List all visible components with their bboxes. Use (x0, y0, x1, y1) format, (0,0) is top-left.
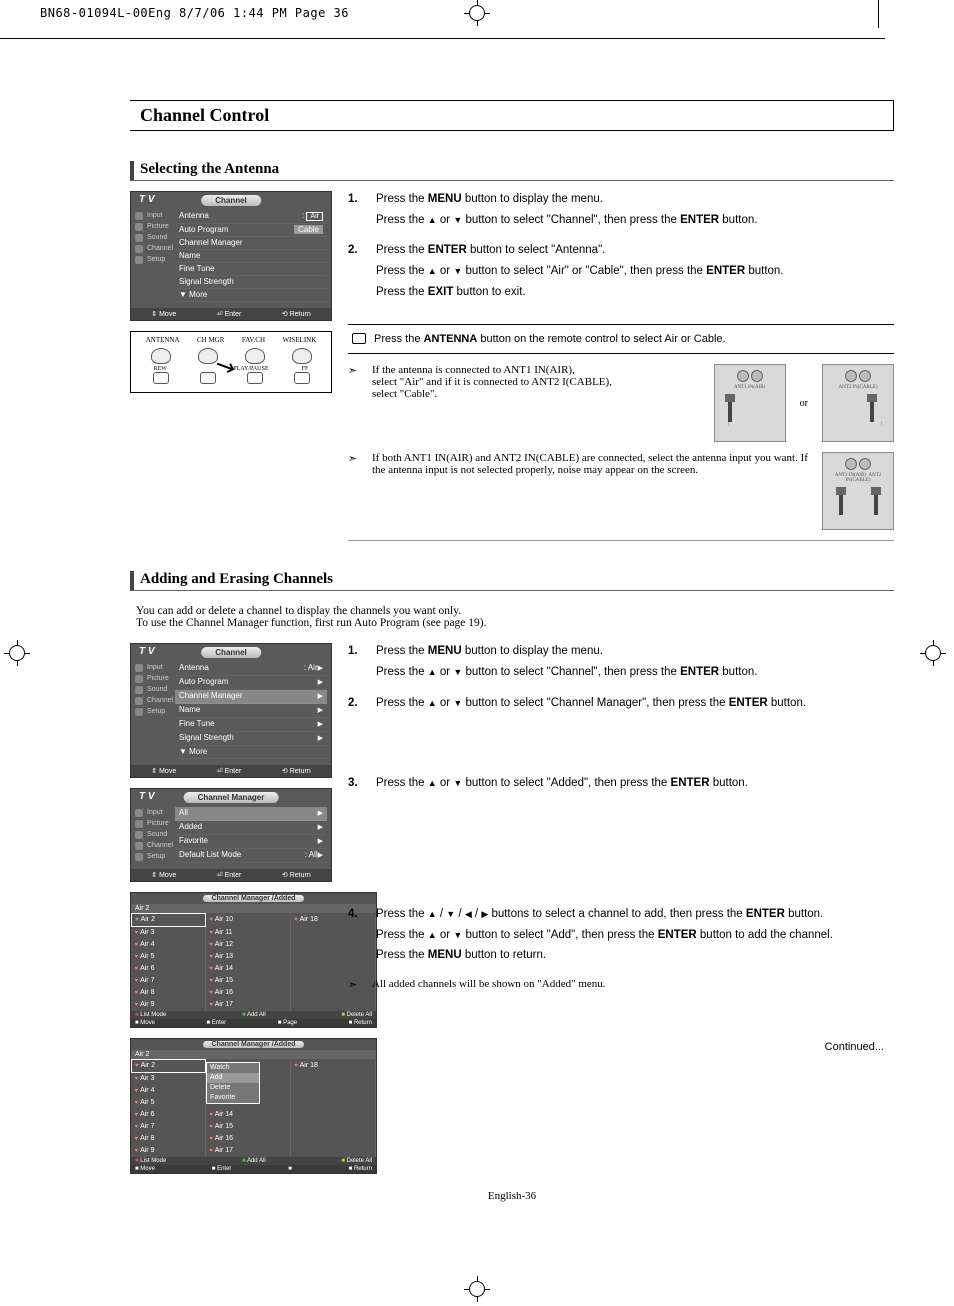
or-label: or (796, 398, 812, 409)
return-arrow-icon (348, 452, 362, 530)
antenna-diagram: ANT2 IN(CABLE) ↑ (822, 364, 894, 442)
steps-list: 4.Press the / / / buttons to select a ch… (348, 906, 894, 968)
section-title: Channel Control (130, 100, 894, 131)
steps-list: 1.Press the MENU button to display the m… (348, 191, 894, 304)
note-ant1: If the antenna is connected to ANT1 IN(A… (372, 364, 704, 442)
registration-mark-icon (464, 1276, 490, 1302)
tip-text: Press the ANTENNA button on the remote c… (374, 333, 726, 345)
continued-label: Continued... (348, 1041, 894, 1053)
osd-channel-menu-2: T VChannel InputPictureSoundChannelSetup… (130, 643, 332, 778)
note-both-ant: If both ANT1 IN(AIR) and ANT2 IN(CABLE) … (372, 452, 812, 530)
remote-strip: ANTENNACH MGRFAV.CHWISELINK ↘ REWPLAY/PA… (130, 331, 332, 393)
osd-channel-manager: T VChannel Manager InputPictureSoundChan… (130, 788, 332, 882)
remote-button-icon (352, 333, 366, 344)
note-added-menu: All added channels will be shown on "Add… (372, 978, 894, 991)
subheading-adding-erasing: Adding and Erasing Channels (130, 571, 894, 591)
steps-list: 3.Press the or button to select "Added",… (348, 775, 894, 796)
channel-grid-added: Channel Manager /AddedAir 2 Air 2Air 10A… (130, 892, 377, 1028)
page-footer: English-36 (130, 1190, 894, 1202)
subheading-antenna: Selecting the Antenna (130, 161, 894, 181)
tip-antenna-button: Press the ANTENNA button on the remote c… (348, 324, 894, 354)
intro-text: You can add or delete a channel to displ… (130, 601, 894, 643)
osd-channel-menu: T VChannel InputPictureSoundChannelSetup… (130, 191, 332, 321)
antenna-diagram-both: ANT1 IN(AIR) ANT2 IN(CABLE) (822, 452, 894, 530)
steps-list: 1.Press the MENU button to display the m… (348, 643, 894, 715)
return-arrow-icon (348, 364, 362, 442)
channel-grid-added-popup: Channel Manager /AddedAir 2 Air 2Air 18A… (130, 1038, 377, 1174)
antenna-diagram: ANT1 IN(AIR) ↑ (714, 364, 786, 442)
